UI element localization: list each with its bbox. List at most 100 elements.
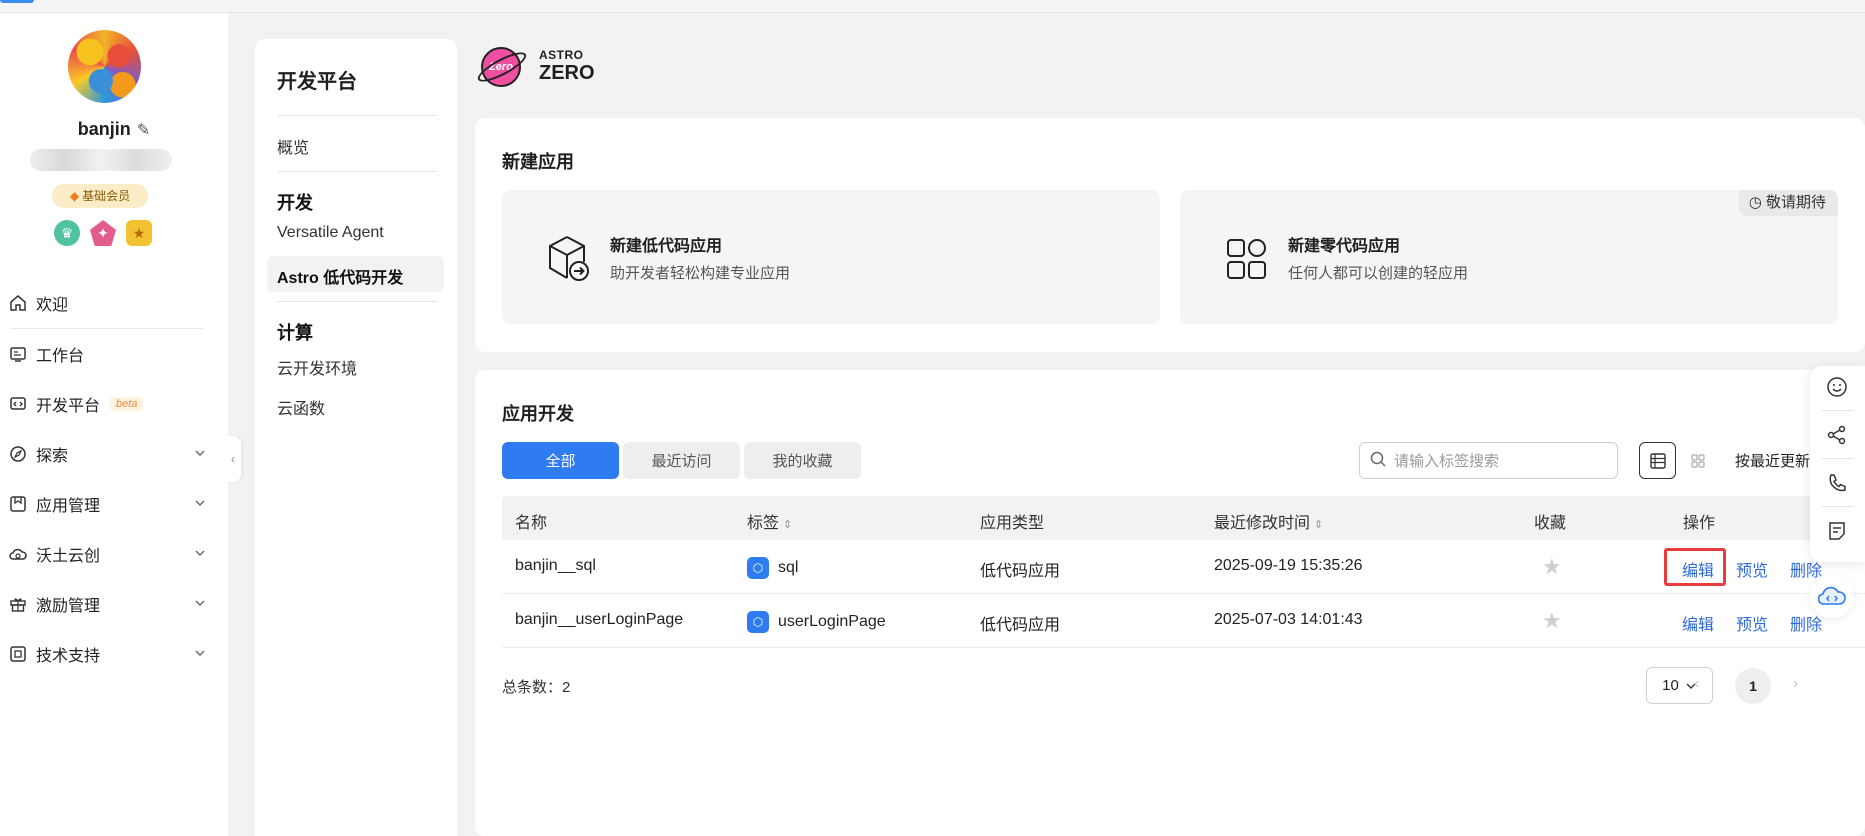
nav-item-app-manage[interactable]: 应用管理 <box>0 479 228 529</box>
new-lowcode-app-button[interactable]: 新建低代码应用 助开发者轻松构建专业应用 <box>502 190 1160 324</box>
col-type: 应用类型 <box>980 515 1045 532</box>
tag-search-input[interactable]: 请输入标签搜索 <box>1359 442 1618 479</box>
star-medal-icon[interactable]: ★ <box>126 220 152 246</box>
cloud-code-button[interactable] <box>1810 574 1854 618</box>
logo-brand-top: ASTRO <box>539 48 584 62</box>
table-row[interactable]: banjin__userLoginPage ⬡ userLoginPage 低代码… <box>502 594 1865 648</box>
pentagon-medal-icon[interactable]: ✦ <box>90 220 116 246</box>
nav-item-incentive[interactable]: 激励管理 <box>0 579 228 629</box>
preview-link[interactable]: 预览 <box>1736 611 1768 635</box>
page-size-select[interactable]: 10 <box>1646 667 1713 704</box>
collapse-sidebar-button[interactable]: ‹ <box>225 436 241 482</box>
chevron-left-icon: ‹ <box>231 452 235 466</box>
secondary-nav: 开发平台 概览 开发 Versatile Agent Astro 低代码开发 计… <box>255 39 457 836</box>
avatar[interactable] <box>68 30 141 103</box>
nav-label: 开发平台 <box>36 398 101 415</box>
tab-all[interactable]: 全部 <box>502 442 619 479</box>
subnav-item-cloud-env[interactable]: 云开发环境 <box>277 355 357 379</box>
nav-item-welcome[interactable]: 欢迎 <box>0 278 228 328</box>
grid-apps-icon <box>1227 239 1266 279</box>
subnav-item-astro-lowcode[interactable]: Astro 低代码开发 <box>277 264 403 288</box>
logo-brand-bottom: ZERO <box>539 62 595 84</box>
table-view-button[interactable] <box>1639 442 1676 479</box>
col-name: 名称 <box>515 515 548 532</box>
next-page-button[interactable]: › <box>1793 675 1798 693</box>
favorite-star-icon[interactable]: ★ <box>1542 554 1562 580</box>
new-app-card: 新建应用 新建低代码应用 助开发者轻松构建专业应用 新建零代码应用 任何人都可以… <box>475 118 1865 352</box>
nav-item-support[interactable]: 技术支持 <box>0 629 228 679</box>
gift-icon <box>8 594 28 614</box>
tag-label: sql <box>778 559 799 576</box>
edit-link[interactable]: 编辑 <box>1682 611 1714 635</box>
nav-item-dev-platform[interactable]: 开发平台 beta <box>0 379 228 429</box>
subnav-item-overview[interactable]: 概览 <box>277 134 309 158</box>
lowcode-title: 新建低代码应用 <box>610 238 723 255</box>
table-view-icon <box>1649 452 1666 469</box>
new-nocode-app-button[interactable]: 新建零代码应用 任何人都可以创建的轻应用 ◷ 敬请期待 <box>1180 190 1838 324</box>
prev-page-button[interactable]: ‹ <box>1694 675 1699 693</box>
favorite-star-icon[interactable]: ★ <box>1542 608 1562 634</box>
tab-favorites[interactable]: 我的收藏 <box>744 442 861 479</box>
delete-link[interactable]: 删除 <box>1790 611 1822 635</box>
app-name[interactable]: banjin__userLoginPage <box>515 611 683 629</box>
crown-medal-icon[interactable]: ♛ <box>54 220 80 246</box>
subnav-item-versatile-agent[interactable]: Versatile Agent <box>277 224 384 242</box>
grid-view-button[interactable] <box>1679 442 1716 479</box>
edit-link[interactable]: 编辑 <box>1682 557 1714 581</box>
cloud-create-icon <box>8 544 28 564</box>
subnav-item-cloud-func[interactable]: 云函数 <box>277 395 325 419</box>
cube-tag-icon: ⬡ <box>747 611 769 633</box>
col-modified[interactable]: 最近修改时间 ⇕ <box>1214 509 1323 533</box>
medal-list: ♛ ✦ ★ <box>54 220 152 246</box>
app-name[interactable]: banjin__sql <box>515 557 596 575</box>
page-number-current[interactable]: 1 <box>1735 668 1771 704</box>
sort-icon: ⇕ <box>1314 519 1324 531</box>
sort-icon: ⇕ <box>783 519 793 531</box>
username: banjin ✎ <box>0 119 228 140</box>
edit-pencil-icon[interactable]: ✎ <box>137 120 150 140</box>
nav-item-workbench[interactable]: 工作台 <box>0 329 228 379</box>
nocode-title: 新建零代码应用 <box>1288 238 1401 255</box>
search-placeholder: 请输入标签搜索 <box>1394 453 1500 470</box>
toolbar-divider <box>1822 458 1854 459</box>
table-row[interactable]: banjin__sql ⬡ sql 低代码应用 2025-09-19 15:35:… <box>502 540 1865 594</box>
top-bar <box>0 0 1865 13</box>
chevron-down-icon[interactable] <box>194 496 206 514</box>
nav-label: 欢迎 <box>36 297 69 314</box>
nav-label: 沃土云创 <box>36 548 101 565</box>
chevron-down-icon[interactable] <box>194 646 206 664</box>
left-sidebar: banjin ✎ ◆ 基础会员 ♛ ✦ ★ 欢迎 工作台 开发平台 beta 探索 … <box>0 13 228 836</box>
grid-view-icon <box>1690 453 1705 468</box>
share-icon[interactable] <box>1824 422 1850 448</box>
new-app-title: 新建应用 <box>502 152 574 172</box>
app-type: 低代码应用 <box>980 563 1061 580</box>
sort-dropdown[interactable]: 按最近更新 <box>1735 450 1810 471</box>
nav-label: 技术支持 <box>36 648 101 665</box>
chevron-down-icon[interactable] <box>194 546 206 564</box>
chevron-down-icon[interactable] <box>194 446 206 464</box>
nav-item-explore[interactable]: 探索 <box>0 429 228 479</box>
user-id-blurred <box>30 149 172 171</box>
floating-toolbar <box>1810 366 1865 562</box>
cloud-code-icon <box>1818 586 1846 605</box>
planet-logo-icon: Zero <box>474 41 530 91</box>
feedback-smile-icon[interactable] <box>1824 374 1850 400</box>
total-count: 总条数：2 <box>502 679 571 696</box>
col-tag[interactable]: 标签 ⇕ <box>747 509 792 533</box>
tab-recent[interactable]: 最近访问 <box>623 442 740 479</box>
subnav-heading-dev: 开发 <box>277 193 313 213</box>
chevron-down-icon[interactable] <box>194 596 206 614</box>
preview-link[interactable]: 预览 <box>1736 557 1768 581</box>
membership-badge[interactable]: ◆ 基础会员 <box>52 184 148 208</box>
dev-platform-icon <box>8 394 28 414</box>
notes-icon[interactable] <box>1824 518 1850 544</box>
phone-icon[interactable] <box>1824 470 1850 496</box>
nav-item-cloud-create[interactable]: 沃土云创 <box>0 529 228 579</box>
subnav-divider <box>277 301 437 302</box>
col-favorite: 收藏 <box>1534 515 1567 532</box>
app-dev-title: 应用开发 <box>502 404 574 424</box>
app-tag: ⬡ userLoginPage <box>747 611 886 633</box>
app-type: 低代码应用 <box>980 617 1061 634</box>
coming-soon-badge: ◷ 敬请期待 <box>1738 190 1838 216</box>
coming-soon-label: 敬请期待 <box>1765 194 1826 211</box>
